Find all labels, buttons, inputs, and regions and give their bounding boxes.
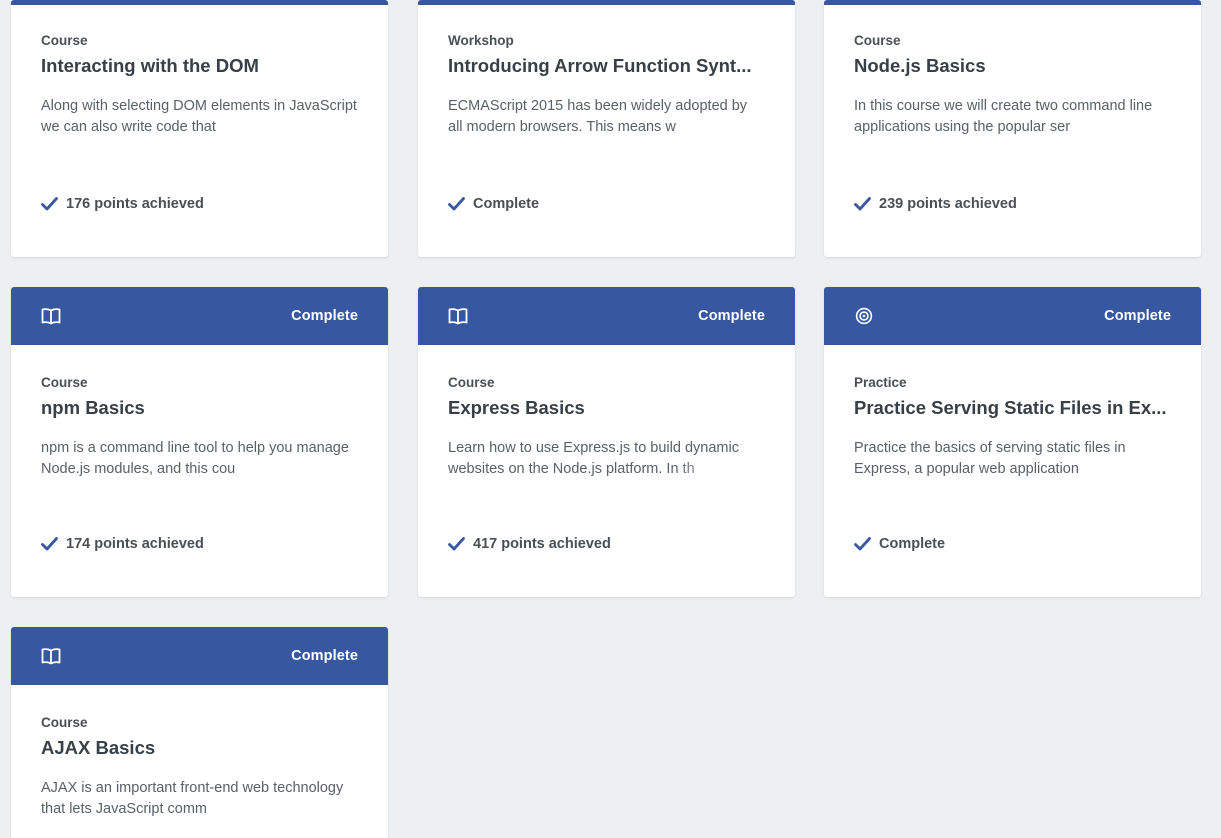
card-status: 239 points achieved (854, 196, 1017, 212)
card-title[interactable]: Express Basics (448, 396, 765, 420)
card-description: Along with selecting DOM elements in Jav… (41, 96, 358, 138)
card-title[interactable]: Introducing Arrow Function Synt... (448, 54, 765, 78)
card-header: Complete (11, 287, 388, 345)
card-type: Course (41, 33, 88, 48)
card-title[interactable]: Interacting with the DOM (41, 54, 358, 78)
card-status: 417 points achieved (448, 536, 611, 552)
checkmark-icon (448, 197, 465, 211)
card-header: Complete (418, 287, 795, 345)
checkmark-icon (854, 197, 871, 211)
book-icon (41, 306, 61, 326)
card-header (418, 0, 795, 5)
card-type: Practice (854, 375, 907, 390)
course-card[interactable]: Complete Practice Practice Serving Stati… (824, 287, 1201, 597)
card-status: Complete (448, 196, 539, 212)
checkmark-icon (41, 537, 58, 551)
card-description: Learn how to use Express.js to build dyn… (448, 438, 765, 480)
course-card[interactable]: Course Node.js Basics In this course we … (824, 0, 1201, 257)
card-status-label: Complete (473, 196, 540, 212)
card-type: Course (854, 33, 901, 48)
target-icon (854, 306, 874, 326)
card-title[interactable]: AJAX Basics (41, 736, 358, 760)
card-status: 176 points achieved (41, 196, 204, 212)
course-card[interactable]: Workshop Introducing Arrow Function Synt… (418, 0, 795, 257)
checkmark-icon (854, 537, 871, 551)
card-type: Course (41, 715, 88, 730)
card-status-label: Complete (879, 536, 946, 552)
card-description: Practice the basics of serving static fi… (854, 438, 1171, 480)
header-status: Complete (291, 308, 358, 324)
card-title[interactable]: Practice Serving Static Files in Ex... (854, 396, 1171, 420)
course-card[interactable]: Course Interacting with the DOM Along wi… (11, 0, 388, 257)
card-description: AJAX is an important front-end web techn… (41, 778, 358, 820)
course-card[interactable]: Complete Course Express Basics Learn how… (418, 287, 795, 597)
card-header: Complete (11, 627, 388, 685)
card-status: 174 points achieved (41, 536, 204, 552)
course-card[interactable]: Complete Course npm Basics npm is a comm… (11, 287, 388, 597)
card-title[interactable]: npm Basics (41, 396, 358, 420)
card-status: Complete (854, 536, 945, 552)
book-icon (41, 646, 61, 666)
card-description: npm is a command line tool to help you m… (41, 438, 358, 480)
card-title[interactable]: Node.js Basics (854, 54, 1171, 78)
card-header (11, 0, 388, 5)
header-status: Complete (291, 648, 358, 664)
card-type: Course (448, 375, 495, 390)
card-status-label: 239 points achieved (879, 196, 1017, 212)
card-header (824, 0, 1201, 5)
book-icon (448, 306, 468, 326)
card-description: ECMAScript 2015 has been widely adopted … (448, 96, 765, 138)
header-status: Complete (698, 308, 765, 324)
card-type: Course (41, 375, 88, 390)
header-status: Complete (1104, 308, 1171, 324)
course-card-grid: Course Interacting with the DOM Along wi… (0, 0, 1221, 838)
course-card[interactable]: Complete Course AJAX Basics AJAX is an i… (11, 627, 388, 838)
card-status-label: 176 points achieved (66, 196, 204, 212)
checkmark-icon (448, 537, 465, 551)
card-type: Workshop (448, 33, 514, 48)
card-description: In this course we will create two comman… (854, 96, 1171, 138)
checkmark-icon (41, 197, 58, 211)
card-status-label: 417 points achieved (473, 536, 611, 552)
card-status-label: 174 points achieved (66, 536, 204, 552)
card-header: Complete (824, 287, 1201, 345)
